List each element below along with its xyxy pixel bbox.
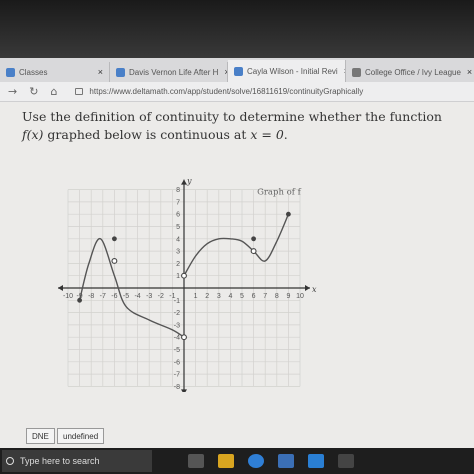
graph-title: Graph of f <box>257 188 302 198</box>
back-arrow-icon[interactable]: → <box>8 85 17 98</box>
x-tick-label: 9 <box>286 293 290 300</box>
x-tick-label: 8 <box>275 293 279 300</box>
question-part: . <box>283 127 288 142</box>
address-bar: → ↻ ⌂ https://www.deltamath.com/app/stud… <box>0 82 474 102</box>
tab-label: Cayla Wilson - Initial Revi <box>247 66 338 76</box>
problem-page: Use the definition of continuity to dete… <box>0 102 474 448</box>
function-notation: f(x) <box>22 127 44 142</box>
y-tick-label: -8 <box>174 384 180 391</box>
closed-point <box>112 236 117 242</box>
windows-taskbar: Type here to search <box>0 448 474 474</box>
function-curve-right <box>183 213 290 277</box>
y-tick-label: -3 <box>174 322 180 329</box>
x-tick-label: -10 <box>63 293 73 300</box>
x-tick-label: 3 <box>217 293 221 300</box>
y-tick-label: 8 <box>176 187 180 194</box>
y-tick-label: 3 <box>176 249 180 256</box>
y-axis-arrow-icon <box>181 389 187 395</box>
url-field[interactable]: https://www.deltamath.com/app/student/so… <box>75 85 474 99</box>
y-tick-label: 7 <box>176 199 180 206</box>
x-axis-arrow-icon <box>305 285 310 291</box>
tab-label: Classes <box>19 67 48 77</box>
y-tick-label: -7 <box>174 372 180 379</box>
tab-favicon-icon <box>6 67 15 77</box>
tab-label: College Office / Ivy League <box>365 67 461 77</box>
x-tick-label: 1 <box>194 293 198 300</box>
y-tick-label: 2 <box>176 261 180 268</box>
tab-classes[interactable]: Classes × <box>0 62 110 82</box>
y-tick-label: -4 <box>174 335 180 342</box>
tab-favicon-icon <box>116 67 125 77</box>
x-tick-label: -6 <box>111 293 117 300</box>
closed-point <box>77 297 82 303</box>
reload-icon[interactable]: ↻ <box>29 85 38 98</box>
screen-bezel <box>0 0 474 60</box>
mail-icon[interactable] <box>308 454 324 468</box>
x-tick-label: 4 <box>228 293 232 300</box>
x-axis-arrow-icon <box>58 285 63 291</box>
y-tick-label: 1 <box>176 273 180 280</box>
y-tick-label: -1 <box>174 298 180 305</box>
x-tick-label: 2 <box>205 293 209 300</box>
browser-tab-bar: Classes × Davis Vernon Life After H × Ca… <box>0 58 474 82</box>
x-tick-label: 5 <box>240 293 244 300</box>
file-explorer-icon[interactable] <box>218 454 234 468</box>
y-tick-label: 5 <box>176 224 180 231</box>
x-tick-label: -7 <box>100 293 106 300</box>
x-tick-label: 7 <box>263 293 267 300</box>
search-icon <box>6 457 14 465</box>
edge-browser-icon[interactable] <box>248 454 264 468</box>
tab-favicon-icon <box>234 66 243 76</box>
lock-icon <box>75 88 84 95</box>
y-tick-label: 4 <box>176 236 180 243</box>
question-part: graphed below is continuous at <box>43 127 251 142</box>
question-text: Use the definition of continuity to dete… <box>22 108 467 144</box>
taskbar-search[interactable]: Type here to search <box>2 450 152 472</box>
close-icon[interactable]: × <box>98 67 103 77</box>
function-graph: -10 -9 -8 -7 -6 -5 -4 -3 -2 -1 1 2 3 4 5 6 7 8 9 10-8-7-6-5… <box>58 177 317 395</box>
url-text: https://www.deltamath.com/app/student/so… <box>89 87 364 96</box>
open-point <box>181 334 187 341</box>
y-tick-label: -6 <box>174 359 180 366</box>
x-tick-label: 6 <box>252 293 256 300</box>
undefined-button[interactable]: undefined <box>57 428 105 444</box>
open-point <box>250 248 257 255</box>
open-point <box>181 272 187 279</box>
y-tick-label: 6 <box>176 212 180 219</box>
tab-cayla-wilson[interactable]: Cayla Wilson - Initial Revi × <box>228 60 346 82</box>
x-tick-label: -5 <box>123 293 129 300</box>
y-tick-label: -5 <box>174 347 180 354</box>
x-equals-value: x = 0 <box>250 127 284 142</box>
y-tick-label: -2 <box>174 310 180 317</box>
dne-button[interactable]: DNE <box>26 428 55 444</box>
x-tick-label: -3 <box>146 293 152 300</box>
tab-davis-vernon[interactable]: Davis Vernon Life After H × <box>110 62 228 82</box>
x-tick-label: -4 <box>134 293 140 300</box>
home-icon[interactable]: ⌂ <box>50 85 57 98</box>
tab-favicon-icon <box>352 67 361 77</box>
tab-college-office[interactable]: College Office / Ivy League × <box>346 62 474 82</box>
x-tick-label: -8 <box>88 293 94 300</box>
tab-label: Davis Vernon Life After H <box>129 67 219 77</box>
x-axis-label: x <box>312 285 317 294</box>
x-tick-label: 10 <box>296 293 304 300</box>
y-axis-label: y <box>186 177 192 186</box>
closed-point <box>251 236 256 242</box>
question-part: Use the definition of continuity to dete… <box>22 109 442 124</box>
closed-point <box>286 211 291 217</box>
app-icon[interactable] <box>338 454 354 468</box>
close-icon[interactable]: × <box>467 67 472 77</box>
store-icon[interactable] <box>278 454 294 468</box>
task-view-icon[interactable] <box>188 454 204 468</box>
x-tick-label: -2 <box>158 293 164 300</box>
graph-container: -10 -9 -8 -7 -6 -5 -4 -3 -2 -1 1 2 3 4 5 6 7 8 9 10 -8 -7 -6 -5… <box>56 170 326 395</box>
search-placeholder: Type here to search <box>20 456 100 466</box>
open-point <box>111 257 118 264</box>
